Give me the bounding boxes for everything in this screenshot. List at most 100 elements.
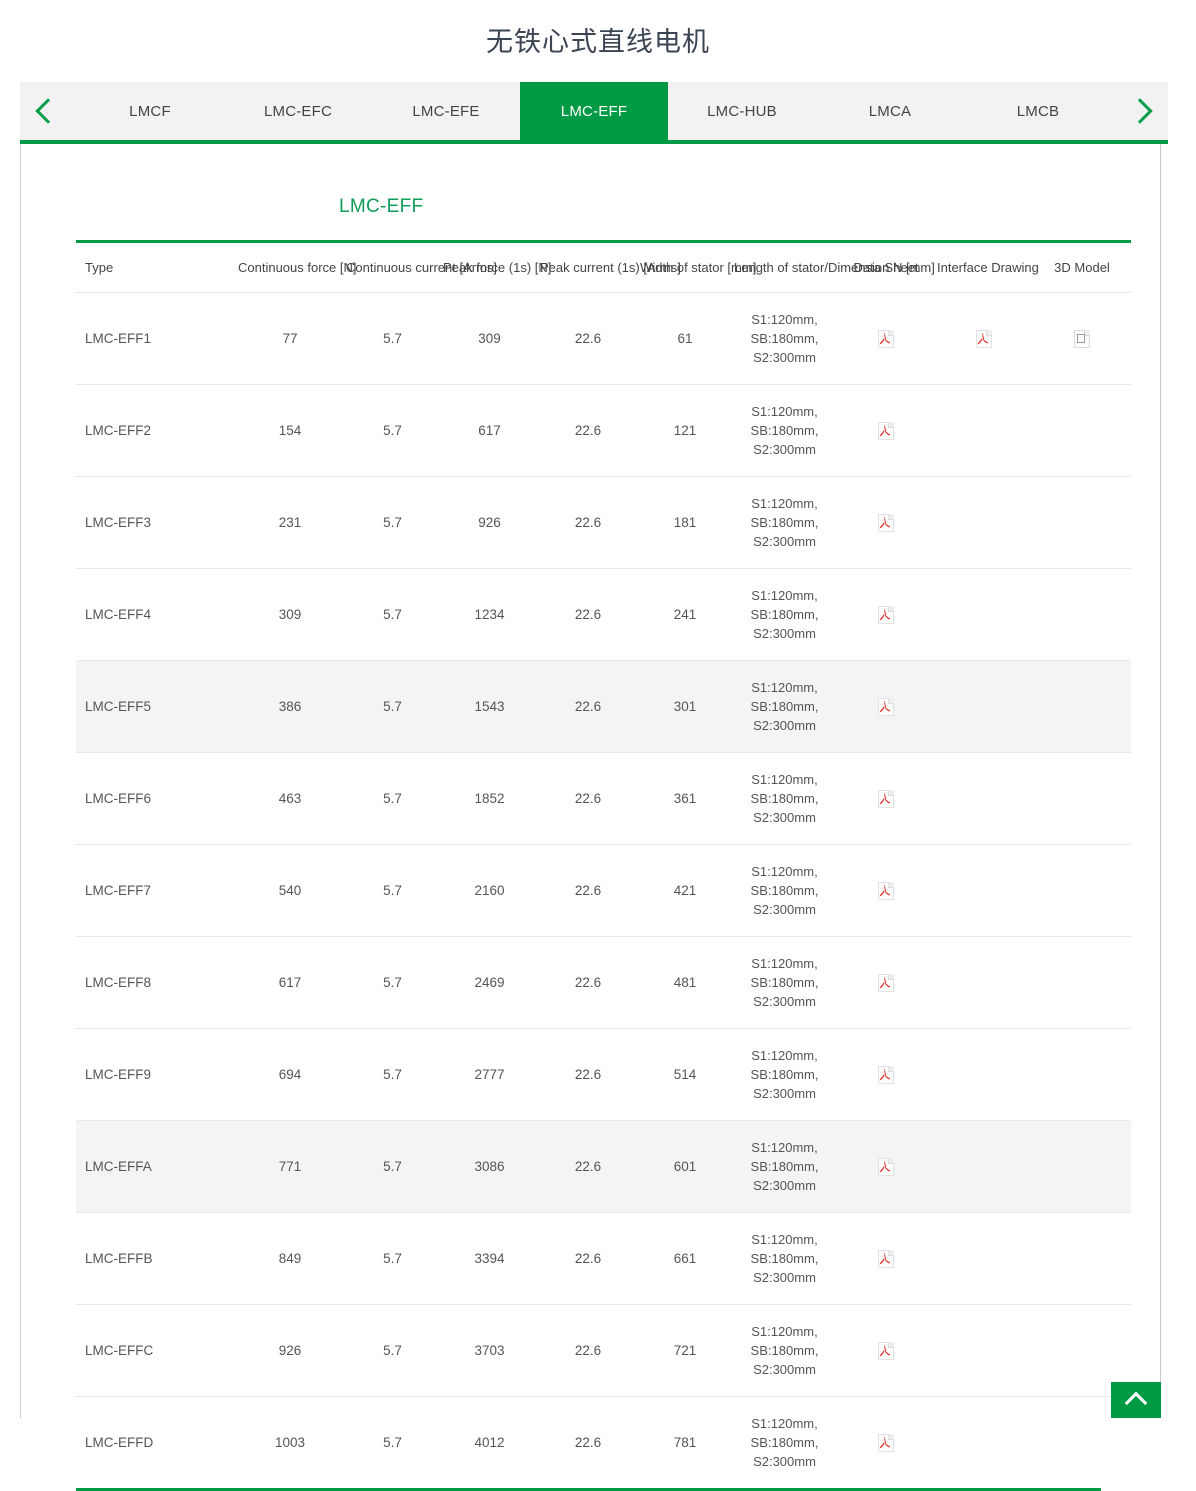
tab-lmc-efc[interactable]: LMC-EFC (224, 82, 372, 140)
cell-length-of-stator: S1:120mm, SB:180mm, S2:300mm (732, 1028, 837, 1121)
dimension-line: SB:180mm, (750, 883, 819, 898)
page-title: 无铁心式直线电机 (486, 27, 710, 57)
cell-continuous-force: 694 (236, 1028, 344, 1121)
cell-type: LMC-EFF9 (76, 1028, 236, 1121)
pdf-icon[interactable] (878, 1250, 894, 1269)
chevron-up-icon (1124, 1391, 1148, 1414)
tab-next-button[interactable] (1112, 82, 1168, 140)
cell-interface-drawing (935, 1028, 1033, 1121)
pdf-icon[interactable] (878, 882, 894, 901)
cell-interface-drawing (935, 1120, 1033, 1213)
tab-bar: LMCF LMC-EFC LMC-EFE LMC-EFF LMC-HUB LMCA LMCB (20, 82, 1168, 140)
cell-length-of-stator: S1:120mm, SB:180mm, S2:300mm (732, 1304, 837, 1397)
cell-width-of-stator: 181 (638, 476, 732, 569)
back-to-top-button[interactable] (1111, 1382, 1161, 1418)
cell-interface-drawing (935, 476, 1033, 569)
tab-lmca[interactable]: LMCA (816, 82, 964, 140)
cell-continuous-force: 154 (236, 384, 344, 477)
table-row: LMC-EFFB 849 5.7 3394 22.6 661 S1:120mm, SB:180… (76, 1212, 1131, 1305)
table-row: LMC-EFF9 694 5.7 2777 22.6 514 S1:120mm, SB:180… (76, 1028, 1131, 1121)
cell-3d-model (1033, 476, 1131, 569)
tab-lmc-efe[interactable]: LMC-EFE (372, 82, 520, 140)
column-header-3d-model: 3D Model (1033, 241, 1131, 293)
content-panel: LMC-EFF Type Continuous force [N] Contin… (20, 144, 1168, 1491)
cell-data-sheet[interactable] (837, 476, 935, 569)
cell-data-sheet[interactable] (837, 752, 935, 845)
dimension-line: SB:180mm, (750, 975, 819, 990)
dimension-line: S1:120mm, (751, 312, 818, 327)
pdf-icon[interactable] (878, 1158, 894, 1177)
pdf-icon[interactable] (878, 698, 894, 717)
cell-peak-current: 22.6 (538, 476, 638, 569)
cell-continuous-current: 5.7 (344, 752, 441, 845)
dimension-line: S2:300mm (753, 534, 816, 549)
cell-width-of-stator: 301 (638, 660, 732, 753)
cell-type: LMC-EFF3 (76, 476, 236, 569)
pdf-icon[interactable] (878, 1066, 894, 1085)
pdf-icon[interactable] (976, 330, 992, 349)
chevron-right-icon (1127, 98, 1153, 124)
dimension-line: S1:120mm, (751, 496, 818, 511)
tab-lmc-eff[interactable]: LMC-EFF (520, 82, 668, 140)
cell-peak-current: 22.6 (538, 752, 638, 845)
cell-interface-drawing (935, 1397, 1033, 1489)
tab-lmcf[interactable]: LMCF (76, 82, 224, 140)
cell-length-of-stator: S1:120mm, SB:180mm, S2:300mm (732, 476, 837, 569)
pdf-icon[interactable] (878, 330, 894, 349)
cell-peak-current: 22.6 (538, 292, 638, 385)
cad-icon[interactable] (1074, 330, 1090, 349)
cell-width-of-stator: 481 (638, 936, 732, 1029)
cell-width-of-stator: 721 (638, 1304, 732, 1397)
pdf-icon[interactable] (878, 1342, 894, 1361)
tab-lmcb[interactable]: LMCB (964, 82, 1112, 140)
table-row: LMC-EFF8 617 5.7 2469 22.6 481 S1:120mm, SB:180… (76, 936, 1131, 1029)
cell-data-sheet[interactable] (837, 1120, 935, 1213)
cell-peak-force: 3086 (441, 1120, 538, 1213)
cell-continuous-force: 926 (236, 1304, 344, 1397)
cell-continuous-current: 5.7 (344, 936, 441, 1029)
cell-peak-force: 2777 (441, 1028, 538, 1121)
cell-data-sheet[interactable] (837, 1397, 935, 1489)
cell-type: LMC-EFF2 (76, 384, 236, 477)
cell-peak-current: 22.6 (538, 660, 638, 753)
pdf-icon[interactable] (878, 790, 894, 809)
cell-data-sheet[interactable] (837, 1212, 935, 1305)
cell-peak-force: 1543 (441, 660, 538, 753)
cell-type: LMC-EFF5 (76, 660, 236, 753)
pdf-icon[interactable] (878, 1434, 894, 1453)
table-header-row: Type Continuous force [N] Continuous cur… (76, 241, 1131, 293)
cell-data-sheet[interactable] (837, 568, 935, 661)
cell-continuous-force: 231 (236, 476, 344, 569)
spec-table: Type Continuous force [N] Continuous cur… (76, 240, 1131, 1488)
dimension-line: S1:120mm, (751, 1140, 818, 1155)
pdf-icon[interactable] (878, 514, 894, 533)
dimension-line: S1:120mm, (751, 956, 818, 971)
dimension-line: SB:180mm, (750, 423, 819, 438)
cell-type: LMC-EFF8 (76, 936, 236, 1029)
cell-type: LMC-EFFB (76, 1212, 236, 1305)
pdf-icon[interactable] (878, 974, 894, 993)
cell-data-sheet[interactable] (837, 384, 935, 477)
cell-data-sheet[interactable] (837, 936, 935, 1029)
pdf-icon[interactable] (878, 422, 894, 441)
table-row: LMC-EFF2 154 5.7 617 22.6 121 S1:120mm, SB:180m… (76, 384, 1131, 477)
cell-data-sheet[interactable] (837, 660, 935, 753)
panel-scroll-divider (1160, 144, 1161, 1418)
cell-3d-model (1033, 1028, 1131, 1121)
tab-label: LMCF (129, 102, 171, 120)
table-row: LMC-EFF5 386 5.7 1543 22.6 301 S1:120mm, SB:180… (76, 660, 1131, 753)
cell-data-sheet[interactable] (837, 1028, 935, 1121)
tab-prev-button[interactable] (20, 82, 76, 140)
cell-data-sheet[interactable] (837, 292, 935, 385)
cell-3d-model[interactable] (1033, 292, 1131, 385)
cell-peak-current: 22.6 (538, 1028, 638, 1121)
dimension-line: SB:180mm, (750, 1251, 819, 1266)
tab-lmc-hub[interactable]: LMC-HUB (668, 82, 816, 140)
chevron-left-icon (35, 98, 61, 124)
cell-data-sheet[interactable] (837, 844, 935, 937)
cell-interface-drawing[interactable] (935, 292, 1033, 385)
pdf-icon[interactable] (878, 606, 894, 625)
table-row: LMC-EFFD 1003 5.7 4012 22.6 781 S1:120mm, SB:18… (76, 1397, 1131, 1489)
cell-data-sheet[interactable] (837, 1304, 935, 1397)
dimension-line: S1:120mm, (751, 404, 818, 419)
